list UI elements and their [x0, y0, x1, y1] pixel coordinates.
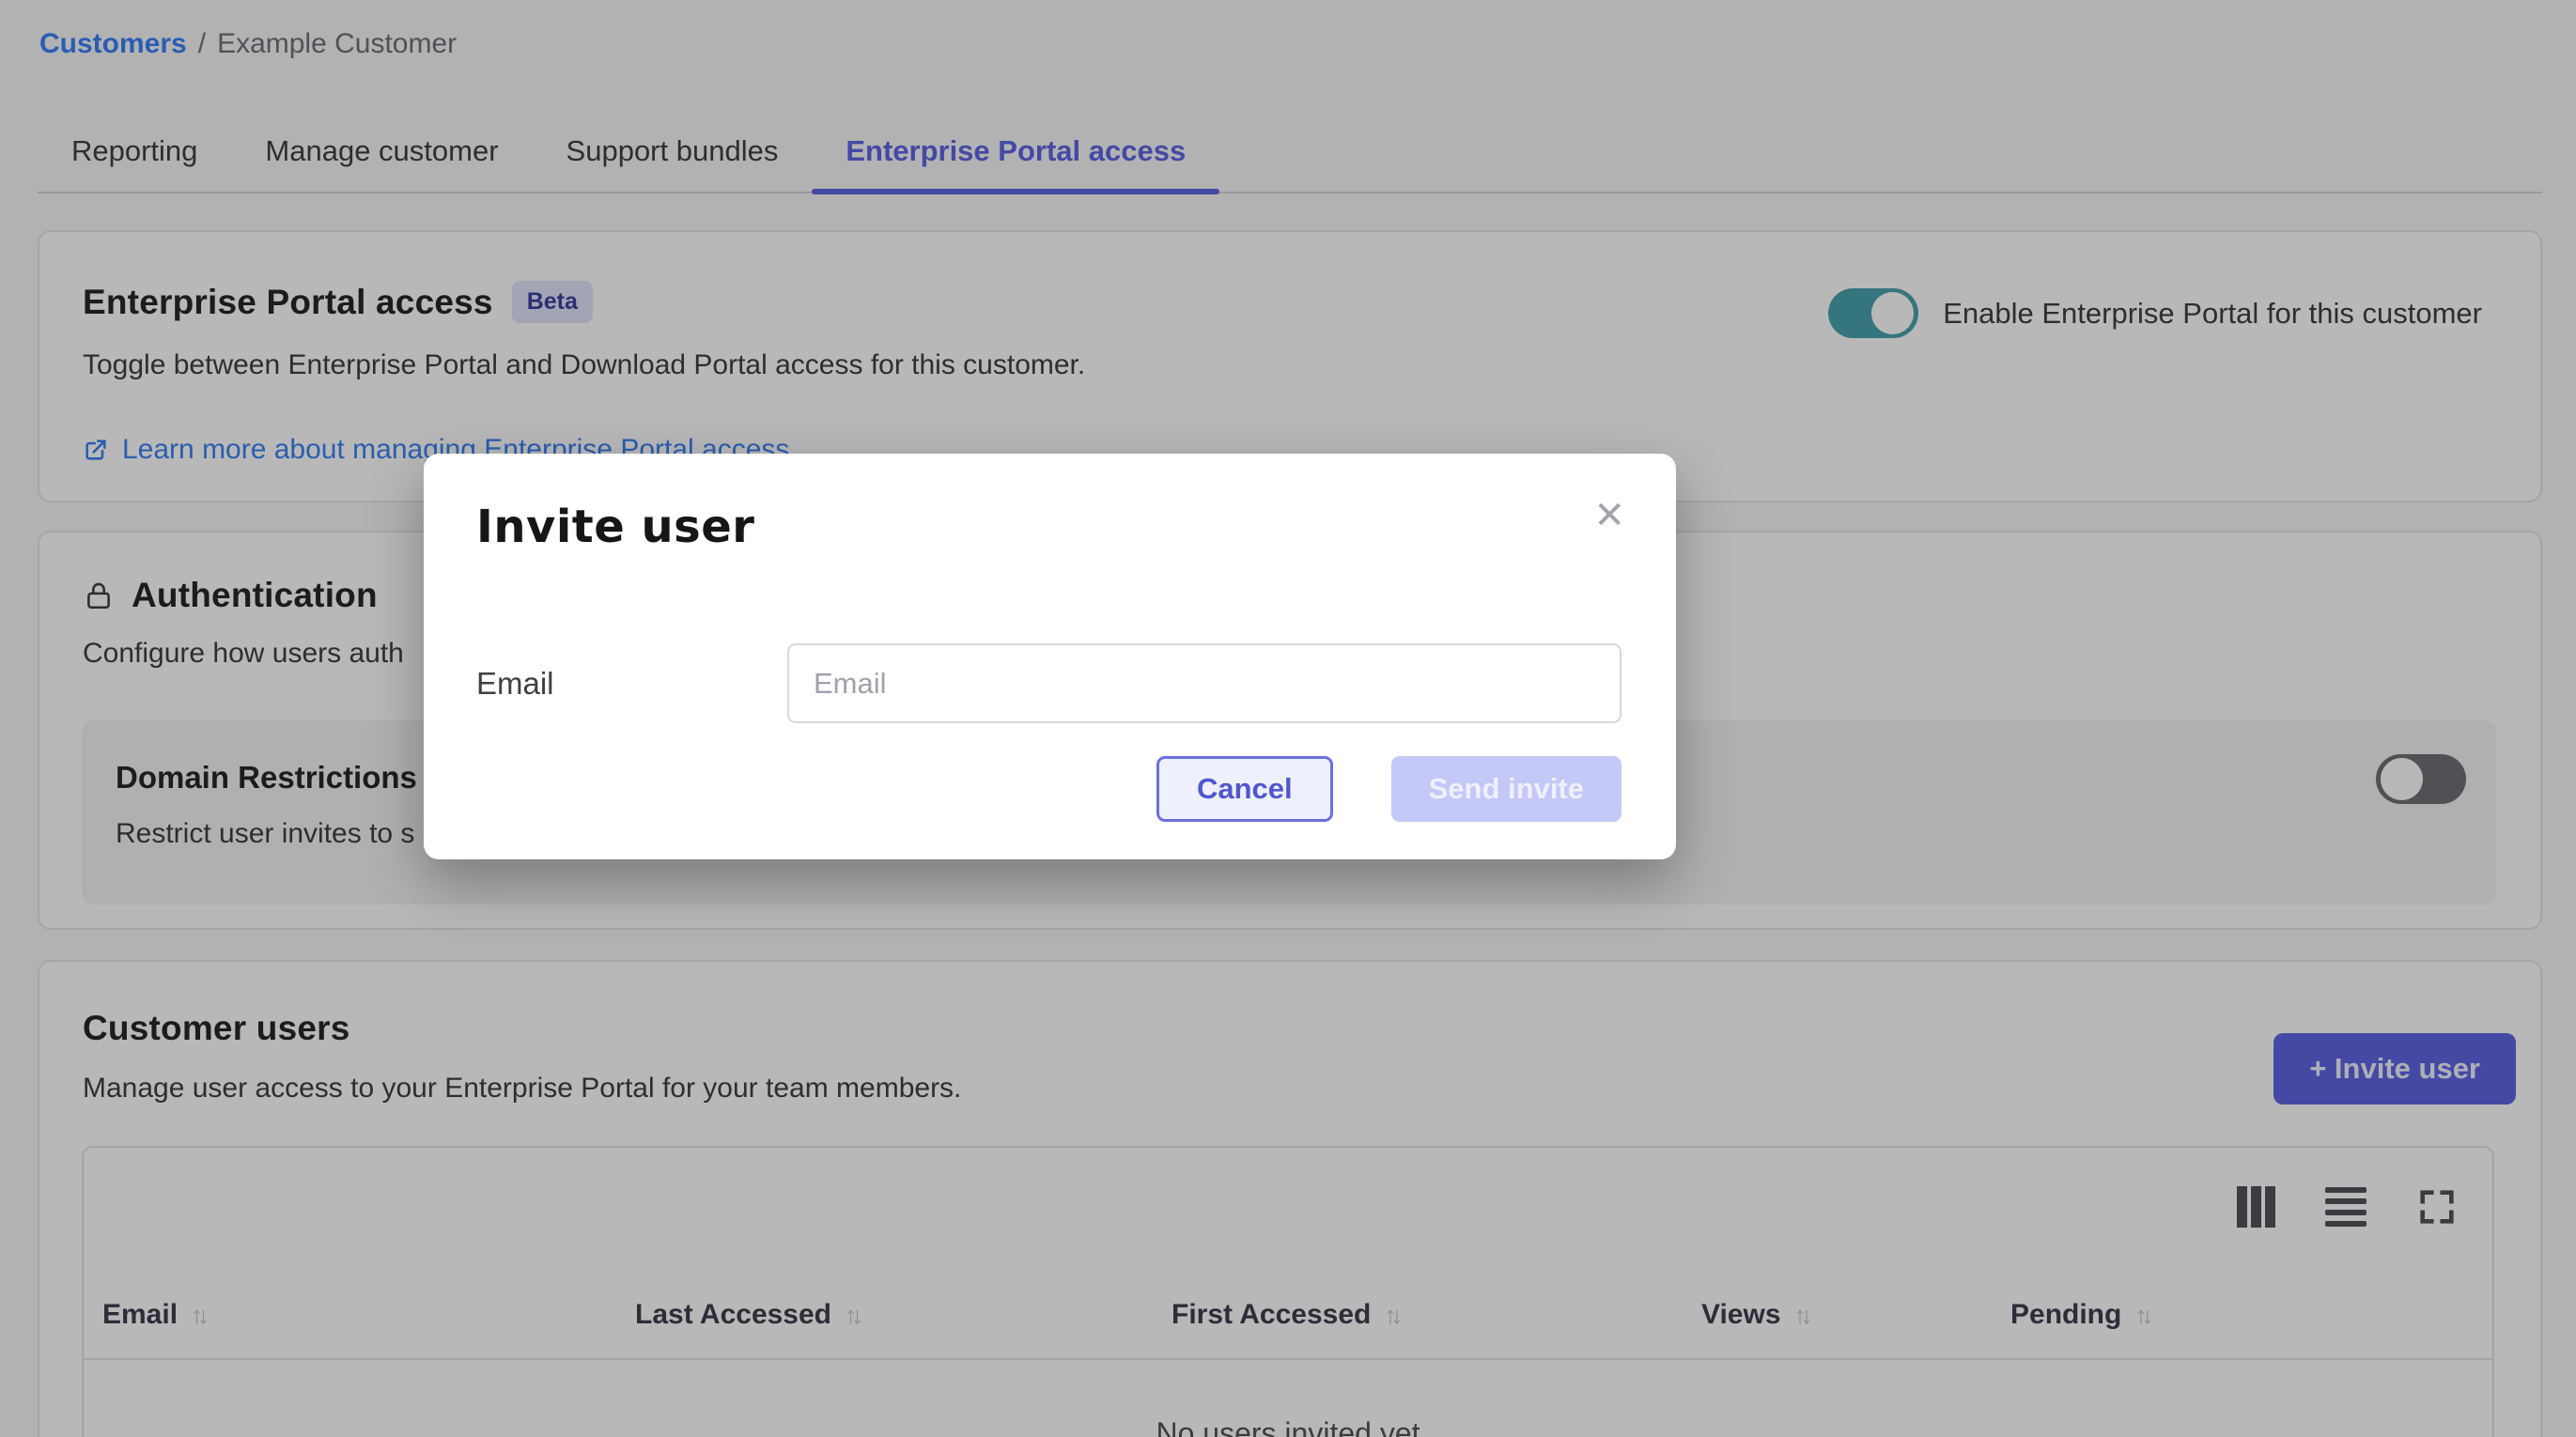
cancel-button[interactable]: Cancel [1156, 756, 1333, 822]
send-invite-button[interactable]: Send invite [1391, 756, 1622, 822]
modal-title: Invite user [476, 501, 1623, 553]
email-label: Email [476, 666, 787, 702]
invite-user-modal: Invite user ✕ Email Cancel Send invite [424, 454, 1676, 859]
close-icon[interactable]: ✕ [1593, 497, 1625, 534]
invite-form: Email [476, 643, 1622, 723]
modal-footer: Cancel Send invite [1156, 756, 1622, 822]
email-field[interactable] [787, 643, 1622, 723]
